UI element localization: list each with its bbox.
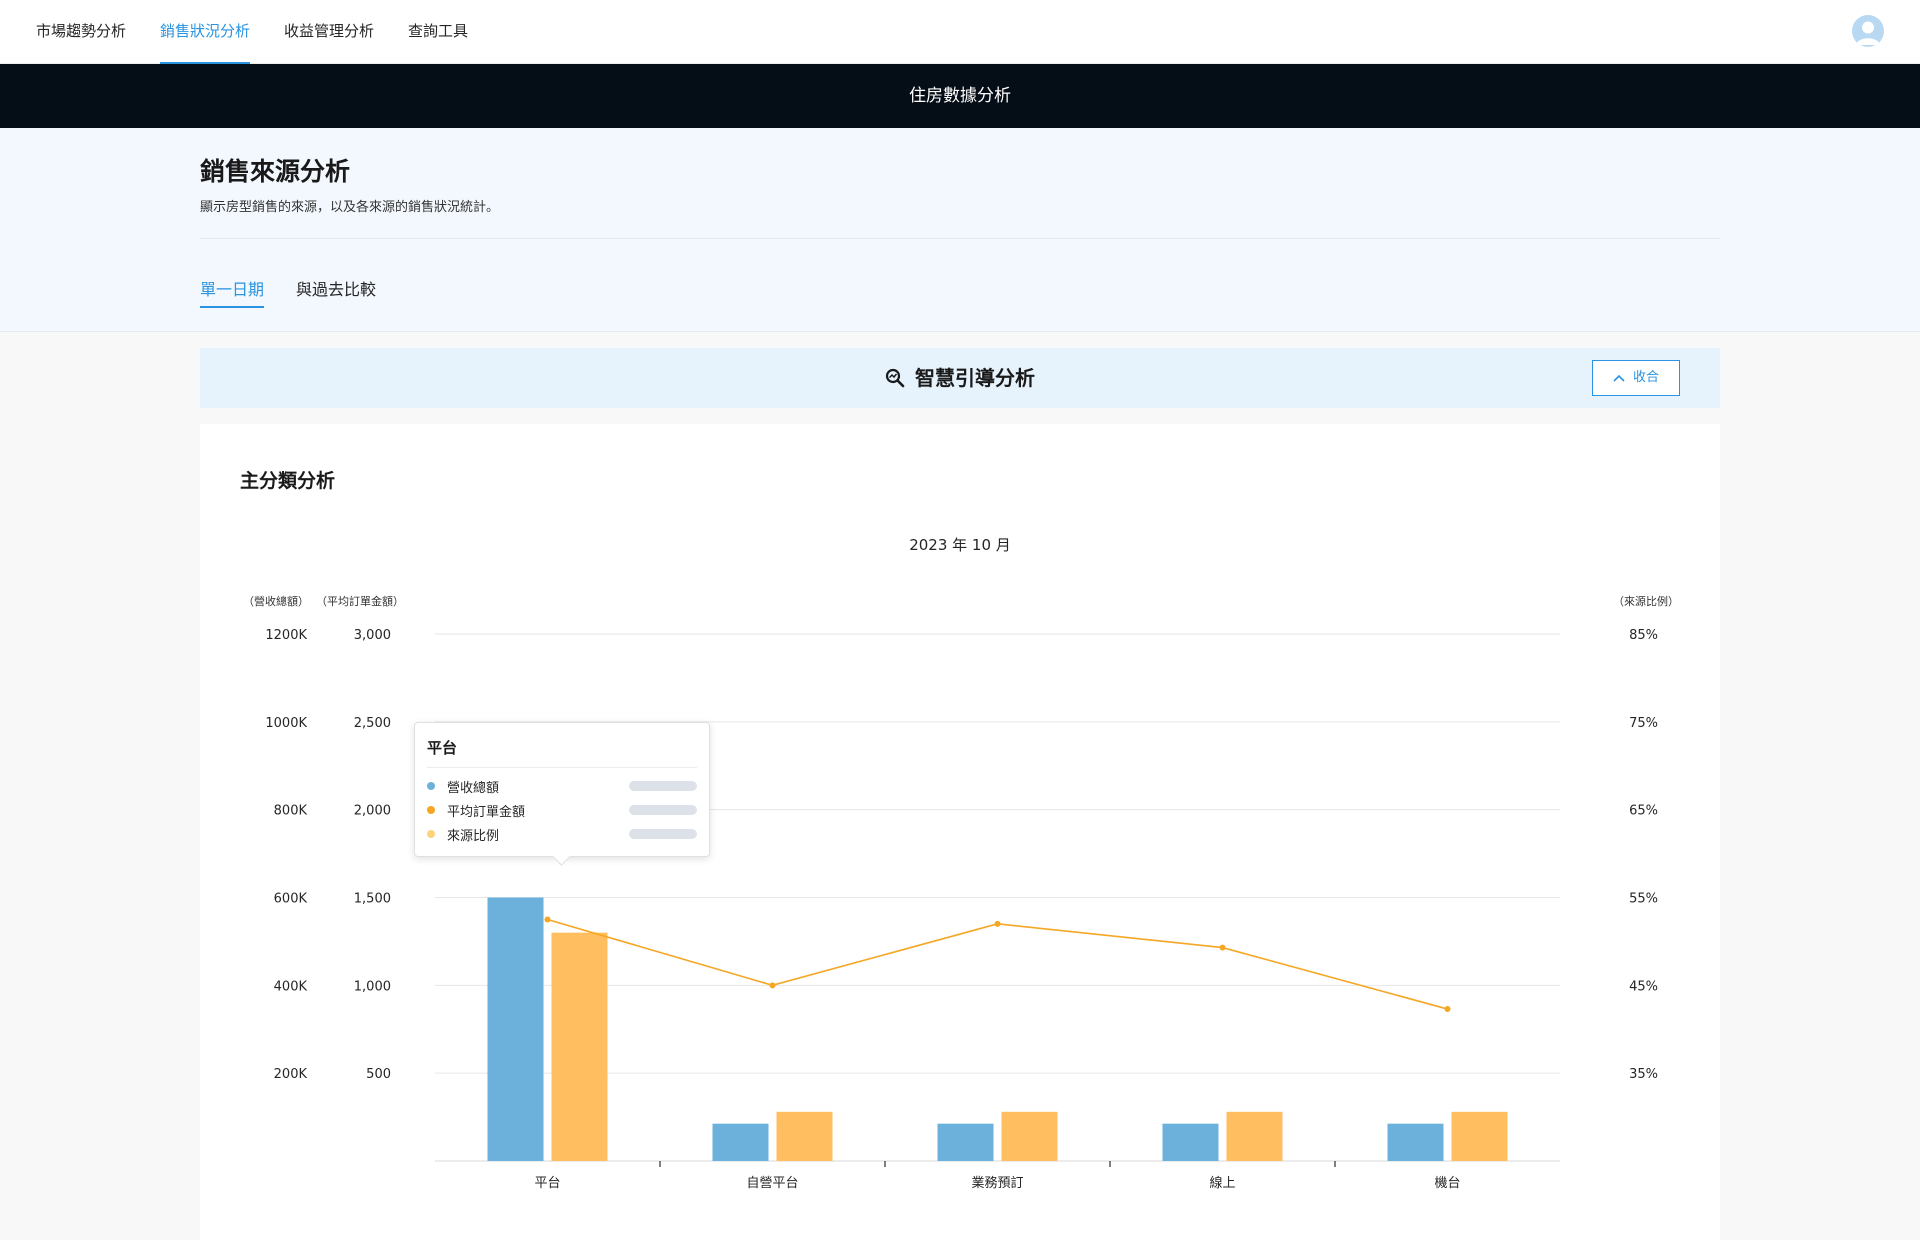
user-avatar-icon[interactable] [1852, 15, 1884, 47]
tooltip-item-label: 平均訂單金額 [447, 805, 526, 820]
bar-avg-order [1451, 1111, 1508, 1161]
tooltip-title: 平台 [427, 739, 458, 757]
collapse-label: 收合 [1632, 370, 1659, 385]
point-ratio [1219, 944, 1226, 951]
y-tick-label-revenue: 200K [274, 1067, 308, 1082]
point-ratio [769, 982, 776, 989]
y-tick-label-avg-order: 2,000 [354, 804, 391, 819]
y-tick-label-revenue: 400K [274, 979, 308, 994]
nav-tab-query-tools[interactable]: 查詢工具 [408, 0, 468, 64]
y-tick-label-ratio: 65% [1629, 804, 1658, 819]
y-tick-label-ratio: 85% [1629, 628, 1658, 643]
page-header: 銷售來源分析 顯示房型銷售的來源，以及各來源的銷售狀況統計。 單一日期 與過去比… [0, 128, 1920, 332]
point-ratio [1444, 1006, 1451, 1013]
y-tick-label-avg-order: 3,000 [354, 628, 391, 643]
app-title: 住房數據分析 [909, 86, 1011, 106]
bar-avg-order [551, 932, 608, 1161]
collapse-button[interactable]: 收合 [1592, 360, 1680, 396]
nav-tab-market-trends[interactable]: 市場趨勢分析 [36, 0, 126, 64]
y-tick-label-avg-order: 1,500 [354, 892, 391, 907]
y-tick-label-ratio: 35% [1629, 1067, 1658, 1082]
legend-dot-icon [427, 830, 435, 838]
tooltip-value-placeholder [629, 805, 697, 815]
point-ratio [544, 916, 551, 923]
x-tick-label: 線上 [1209, 1175, 1235, 1191]
bar-avg-order [1001, 1111, 1058, 1161]
tooltip-item: 平均訂單金額 [427, 801, 697, 820]
y-tick-label-avg-order: 500 [366, 1067, 391, 1082]
banner-title: 智慧引導分析 [915, 366, 1035, 390]
tooltip-value-placeholder [629, 781, 697, 791]
chevron-up-icon [1613, 374, 1625, 382]
tooltip-item: 來源比例 [427, 825, 697, 844]
bar-avg-order [776, 1111, 833, 1161]
x-tick-label: 業務預訂 [971, 1175, 1023, 1191]
y-axis-label-revenue: （營收總額） [243, 594, 309, 608]
y-tick-label-revenue: 800K [274, 804, 308, 819]
tooltip-item-label: 來源比例 [447, 829, 500, 844]
tooltip-value-placeholder [629, 829, 697, 839]
y-tick-label-avg-order: 1,000 [354, 979, 391, 994]
line-ratio [547, 918, 1448, 1010]
legend-dot-icon [427, 782, 435, 790]
point-ratio [994, 920, 1001, 927]
y-tick-label-avg-order: 2,500 [354, 716, 391, 731]
y-tick-label-revenue: 1200K [265, 628, 307, 643]
page-title: 銷售來源分析 [200, 157, 351, 186]
app-title-bar: 住房數據分析 [0, 64, 1920, 128]
page-description: 顯示房型銷售的來源，以及各來源的銷售狀況統計。 [200, 200, 500, 215]
tooltip-divider [427, 767, 697, 768]
y-tick-label-revenue: 1000K [265, 716, 307, 731]
tooltip-item: 營收總額 [427, 777, 697, 796]
bar-revenue [487, 897, 544, 1161]
tooltip-item-label: 營收總額 [447, 781, 500, 796]
x-tick-label: 自營平台 [746, 1176, 798, 1191]
nav-tab-sales-status[interactable]: 銷售狀況分析 [160, 0, 251, 64]
chart-title: 2023 年 10 月 [909, 536, 1011, 554]
top-nav: 市場趨勢分析 銷售狀況分析 收益管理分析 查詢工具 [0, 0, 1920, 64]
y-tick-label-revenue: 600K [274, 892, 308, 907]
y-tick-label-ratio: 45% [1629, 979, 1658, 994]
legend-dot-icon [427, 806, 435, 814]
bar-revenue [937, 1123, 994, 1161]
bar-avg-order [1226, 1111, 1283, 1161]
chart-tooltip: 平台 營收總額 平均訂單金額 來源比例 [414, 722, 710, 857]
y-tick-label-ratio: 55% [1629, 892, 1658, 907]
divider [200, 238, 1720, 239]
bar-revenue [1387, 1123, 1444, 1161]
smart-analysis-banner: 智慧引導分析 收合 [200, 348, 1720, 408]
bar-revenue [712, 1123, 769, 1161]
bar-revenue [1162, 1123, 1219, 1161]
tab-single-date[interactable]: 單一日期 [200, 276, 265, 308]
banner-title-row: 智慧引導分析 [200, 348, 1720, 408]
x-tick-label: 機台 [1434, 1176, 1460, 1191]
y-axis-label-avg-order: （平均訂單金額） [316, 594, 404, 608]
search-analytics-icon [885, 368, 905, 388]
x-tick-label: 平台 [534, 1176, 560, 1191]
y-axis-label-ratio: （來源比例） [1613, 594, 1679, 608]
nav-tab-revenue-management[interactable]: 收益管理分析 [284, 0, 374, 64]
y-tick-label-ratio: 75% [1629, 716, 1658, 731]
tab-compare-past[interactable]: 與過去比較 [296, 276, 376, 308]
